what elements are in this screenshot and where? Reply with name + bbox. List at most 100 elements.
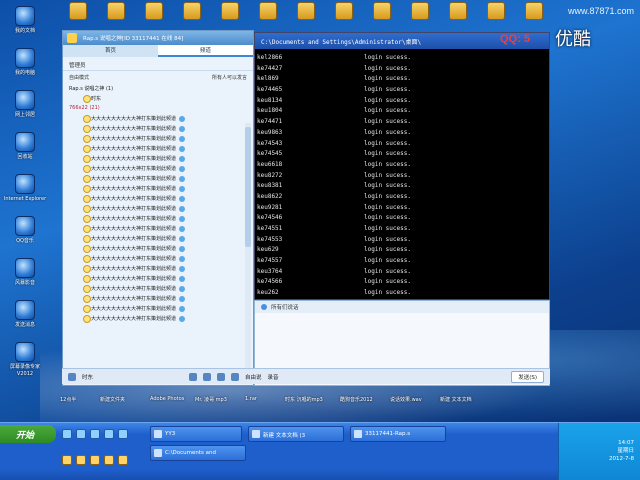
desktop-bottom-icon-label[interactable]: 新建文件夹	[100, 396, 125, 403]
member-list-item[interactable]: 大大大大大大大大大神打东策划此频道	[63, 153, 253, 163]
quick-launch-icon[interactable]	[104, 429, 114, 439]
member-list-item[interactable]: 大大大大大大大大大神打东策划此频道	[63, 213, 253, 223]
member-list-item[interactable]: 大大大大大大大大大神打东策划此频道	[63, 193, 253, 203]
tab-home[interactable]: 首页	[63, 45, 158, 57]
desktop-icon[interactable]	[286, 2, 326, 22]
recycle-bin-icon	[15, 132, 35, 152]
desktop-icon[interactable]: 我的电脑	[2, 48, 48, 77]
member-name: 大大大大大大大大大神打东策划此频道	[91, 126, 177, 132]
subgroup-name[interactable]: 766x22 (21)	[63, 103, 253, 113]
taskbar-button-yy[interactable]: YY3	[150, 426, 242, 442]
desktop-icon[interactable]: 我的文档	[2, 6, 48, 35]
record-toggle[interactable]: 录音	[268, 373, 279, 381]
quick-launch-icon[interactable]	[118, 429, 128, 439]
send-button[interactable]: 发送(S)	[511, 370, 544, 383]
desktop-icon[interactable]: 屏幕录像专家V2012	[2, 342, 48, 378]
quick-launch-icon[interactable]	[90, 429, 100, 439]
desktop-bottom-icon-label[interactable]: 新建 文本文档	[440, 396, 472, 403]
desktop-icon[interactable]	[324, 2, 364, 22]
start-button[interactable]: 开始	[0, 425, 56, 443]
desktop-icon[interactable]	[58, 2, 98, 22]
group-member-self[interactable]: 时东	[63, 93, 253, 103]
free-mic-toggle[interactable]: 自由说	[245, 373, 262, 381]
desktop-icon[interactable]: 网上邻居	[2, 90, 48, 119]
member-list-item[interactable]: 大大大大大大大大大神打东策划此频道	[63, 183, 253, 193]
member-list-scrollbar[interactable]	[245, 123, 251, 379]
qq-window-titlebar[interactable]: Rap.s 说唱之神[ID 33117441 在线 84]	[63, 31, 253, 45]
member-list-item[interactable]: 大大大大大大大大大神打东策划此频道	[63, 163, 253, 173]
member-list-item[interactable]: 大大大大大大大大大神打东策划此频道	[63, 253, 253, 263]
member-list-item[interactable]: 大大大大大大大大大神打东策划此频道	[63, 283, 253, 293]
desktop-bottom-icon-label[interactable]: 说话效果.wav	[390, 396, 422, 403]
desktop-icon[interactable]	[248, 2, 288, 22]
member-list-item[interactable]: 大大大大大大大大大神打东策划此频道	[63, 203, 253, 213]
desktop-icon[interactable]	[172, 2, 212, 22]
console-title: C:\Documents and Settings\Administrator\…	[261, 39, 422, 46]
member-list-item[interactable]: 大大大大大大大大大神打东策划此频道	[63, 123, 253, 133]
member-name: 大大大大大大大大大神打东策划此频道	[91, 296, 177, 302]
mode-label[interactable]: 自由模式	[69, 74, 89, 81]
member-list-item[interactable]: 大大大大大大大大大神打东策划此频道	[63, 233, 253, 243]
member-list-item[interactable]: 大大大大大大大大大神打东策划此频道	[63, 293, 253, 303]
desktop-bottom-icon-label[interactable]: Mr. 凌哥 mp3	[195, 396, 227, 403]
desktop-bottom-icon-label[interactable]: 1.rar	[245, 396, 257, 402]
member-status-icon	[179, 125, 186, 132]
desktop-bottom-icon-label[interactable]: 酷狗音乐2012	[340, 396, 373, 403]
member-list-item[interactable]: 大大大大大大大大大神打东策划此频道	[63, 263, 253, 273]
quick-launch-icon[interactable]	[76, 429, 86, 439]
quick-launch-icon[interactable]	[62, 455, 72, 465]
taskbar-button-qq-group[interactable]: 33117441-Rap.s	[350, 426, 446, 442]
desktop-icon[interactable]: 回收站	[2, 132, 48, 161]
user-avatar-icon	[68, 372, 76, 381]
member-list-item[interactable]: 大大大大大大大大大神打东策划此频道	[63, 303, 253, 313]
app-icon	[411, 2, 429, 20]
taskbar-button-textdoc[interactable]: 新建 文本文档 (3	[248, 426, 344, 442]
desktop-bottom-icon-label[interactable]: 12点半	[60, 396, 76, 403]
app-icon	[297, 2, 315, 20]
group-name[interactable]: Rap.s 说唱之神 (1)	[63, 83, 253, 93]
member-name: 大大大大大大大大大神打东策划此频道	[91, 186, 177, 192]
quick-launch-icon[interactable]	[90, 455, 100, 465]
taskbar-button-console[interactable]: C:\Documents and	[150, 445, 246, 461]
desktop-icon[interactable]	[210, 2, 250, 22]
quick-launch-icon[interactable]	[62, 429, 72, 439]
search-icon[interactable]	[203, 372, 212, 381]
scrollbar-thumb[interactable]	[245, 127, 251, 247]
admin-row[interactable]: 管理员	[63, 57, 253, 71]
desktop-icon[interactable]	[514, 2, 554, 22]
desktop-icon[interactable]: QQ音乐	[2, 216, 48, 245]
member-list-item[interactable]: 大大大大大大大大大神打东策划此频道	[63, 243, 253, 253]
desktop-icon[interactable]: 发送消息	[2, 300, 48, 329]
quick-launch-icon[interactable]	[104, 455, 114, 465]
member-list-item[interactable]: 大大大大大大大大大神打东策划此频道	[63, 313, 253, 323]
member-status-icon	[179, 285, 186, 292]
member-list-item[interactable]: 大大大大大大大大大神打东策划此频道	[63, 143, 253, 153]
desktop-icon[interactable]	[438, 2, 478, 22]
console-username: keu8622	[257, 192, 283, 200]
tab-channel[interactable]: 频道	[158, 45, 253, 57]
desktop-bottom-icon-label[interactable]: 时东 沉唱的mp3	[285, 396, 323, 403]
desktop-icon[interactable]	[400, 2, 440, 22]
clock[interactable]: 14:07 星期日 2012-7-8	[609, 439, 634, 463]
quick-launch-icon[interactable]	[118, 455, 128, 465]
quick-launch-icon[interactable]	[76, 455, 86, 465]
desktop-icon[interactable]	[134, 2, 174, 22]
volume-icon[interactable]	[189, 372, 198, 381]
member-list-item[interactable]: 大大大大大大大大大神打东策划此频道	[63, 133, 253, 143]
desktop-icon[interactable]	[476, 2, 516, 22]
microphone-icon[interactable]	[231, 372, 240, 381]
member-list-item[interactable]: 大大大大大大大大大神打东策划此频道	[63, 223, 253, 233]
console-username: keu262	[257, 289, 279, 297]
console-status: login sucess.	[364, 107, 411, 115]
internet-explorer-icon	[15, 174, 35, 194]
speaker-icon[interactable]	[217, 372, 226, 381]
desktop-icon[interactable]: Internet Explorer	[2, 174, 48, 203]
desktop-bottom-icon-label[interactable]: Adobe Photos	[150, 396, 184, 402]
member-list-item[interactable]: 大大大大大大大大大神打东策划此频道	[63, 113, 253, 123]
desktop-icon[interactable]: 风暴影音	[2, 258, 48, 287]
member-list-item[interactable]: 大大大大大大大大大神打东策划此频道	[63, 273, 253, 283]
desktop-icon[interactable]	[362, 2, 402, 22]
member-list-item[interactable]: 大大大大大大大大大神打东策划此频道	[63, 173, 253, 183]
member-name: 大大大大大大大大大神打东策划此频道	[91, 276, 177, 282]
desktop-icon[interactable]	[96, 2, 136, 22]
